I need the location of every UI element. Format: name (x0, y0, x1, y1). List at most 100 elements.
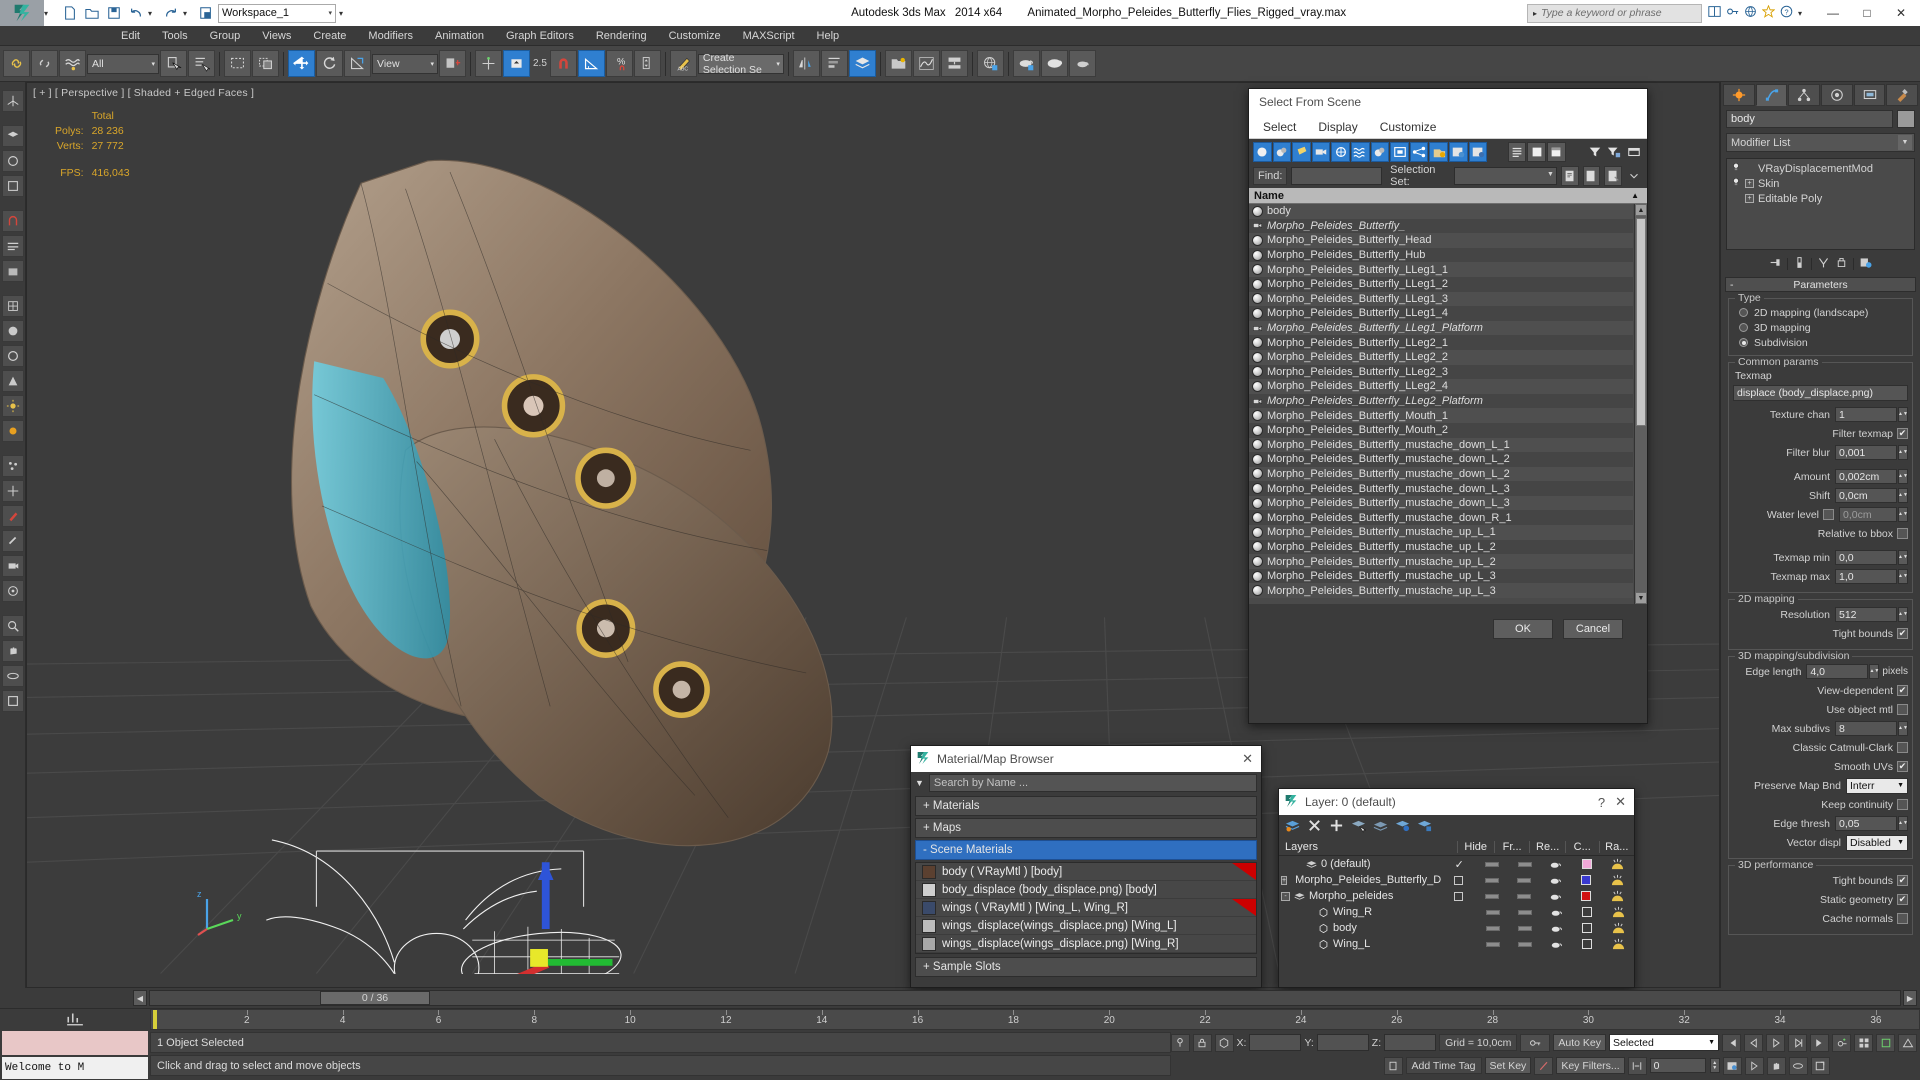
scene-list-item[interactable]: Morpho_Peleides_Butterfly_LLeg2_2 (1249, 349, 1633, 365)
isolate-selection-icon[interactable] (1214, 1033, 1234, 1052)
z-field[interactable] (1384, 1034, 1437, 1051)
parameters-rollup-header[interactable]: - Parameters (1725, 277, 1916, 292)
snap-icon[interactable] (1, 210, 24, 232)
checkbox-icon[interactable]: ✔ (1897, 685, 1908, 696)
display-geometry-icon[interactable] (1253, 141, 1272, 162)
object-name-input[interactable] (1726, 110, 1893, 128)
play-animation-icon[interactable] (1766, 1033, 1785, 1052)
delete-selection-set-icon[interactable] (1604, 166, 1622, 186)
help-dropdown-icon[interactable]: ▾ (1798, 9, 1808, 18)
menu-item-create[interactable]: Create (302, 26, 357, 46)
display-children-icon[interactable] (1468, 141, 1488, 162)
make-unique-icon[interactable] (1817, 256, 1830, 272)
zoom-region-icon[interactable] (1, 615, 24, 637)
material-editor-icon[interactable] (976, 50, 1004, 77)
checkbox-icon[interactable] (1897, 913, 1908, 924)
param-value[interactable]: 0,0cm (1839, 507, 1897, 522)
layer-render-cell[interactable] (1508, 888, 1540, 904)
display-assemblies-icon[interactable] (1449, 141, 1468, 162)
param-value[interactable]: 4,0 (1806, 664, 1869, 679)
layer-hide-cell[interactable] (1441, 872, 1475, 888)
close-button[interactable]: ✕ (1884, 1, 1918, 25)
layer-color-cell[interactable] (1571, 856, 1602, 872)
object-color-swatch[interactable] (1897, 110, 1915, 128)
spinner-icon[interactable]: ▲▼ (1898, 569, 1908, 584)
checkbox-icon[interactable] (1897, 704, 1908, 715)
scene-list-item[interactable]: Morpho_Peleides_Butterfly_mustache_down_… (1249, 510, 1633, 526)
delete-layer-icon[interactable] (1307, 818, 1322, 836)
animation-layers-icon[interactable] (1, 235, 24, 257)
layer-freeze-cell[interactable] (1475, 888, 1507, 904)
bind-to-space-warp-icon[interactable] (59, 50, 86, 77)
layer-color-cell[interactable] (1571, 872, 1602, 888)
bone-icon[interactable] (1, 530, 24, 552)
next-frame-button[interactable]: ▶ (1903, 990, 1917, 1006)
community-icon[interactable] (1744, 5, 1757, 21)
material-map-browser-dialog[interactable]: Material/Map Browser ✕ ▼ Search by Name … (910, 745, 1262, 988)
redo-dropdown-icon[interactable]: ▾ (183, 9, 193, 18)
selection-set-combo[interactable]: ▼ (1453, 167, 1557, 185)
layers-icon[interactable] (1, 125, 24, 147)
type-option[interactable]: Subdivision (1733, 335, 1908, 350)
minimize-button[interactable]: — (1816, 1, 1850, 25)
new-file-icon[interactable] (60, 4, 79, 23)
scene-list-item[interactable]: Morpho_Peleides_Butterfly_mustache_up_L_… (1249, 568, 1633, 584)
angle-snap-toggle-icon[interactable] (577, 50, 605, 77)
material-list-item[interactable]: body ( VRayMtl ) [body] (916, 863, 1256, 881)
layer-color-cell[interactable] (1572, 920, 1602, 936)
scene-list-item[interactable]: Morpho_Peleides_Butterfly_mustache_down_… (1249, 495, 1633, 511)
layout-icon[interactable] (1708, 5, 1721, 21)
param-value[interactable]: 0,0cm (1835, 488, 1897, 503)
param-select[interactable]: Interr ▼ (1846, 777, 1908, 794)
scene-list-item[interactable]: Morpho_Peleides_Butterfly_LLeg2_Platform (1249, 393, 1633, 409)
menu-item-graph-editors[interactable]: Graph Editors (495, 26, 585, 46)
texmap-button[interactable]: displace (body_displace.png) (1733, 385, 1908, 401)
time-slider[interactable]: ◀ 0 / 36 ▶ (0, 988, 1920, 1008)
material-section[interactable]: + Maps (915, 818, 1257, 838)
layer-radiosity-cell[interactable] (1602, 888, 1634, 904)
menu-item-modifiers[interactable]: Modifiers (357, 26, 424, 46)
layer-freeze-cell[interactable] (1477, 904, 1509, 920)
configure-modifier-sets-icon[interactable] (1859, 256, 1872, 272)
layer-freeze-cell[interactable] (1475, 872, 1507, 888)
auto-key-button[interactable]: Auto Key (1553, 1034, 1606, 1051)
render-setup-icon[interactable] (1012, 50, 1040, 77)
snaps-toggle-icon[interactable] (549, 50, 577, 77)
layer-render-cell[interactable] (1508, 856, 1540, 872)
menu-item-animation[interactable]: Animation (424, 26, 495, 46)
spinner-icon[interactable]: ▲▼ (1898, 816, 1908, 831)
material-list-item[interactable]: wings ( VRayMtl ) [Wing_L, Wing_R] (916, 899, 1256, 917)
maxscript-output[interactable]: Welcome to M (2, 1057, 148, 1079)
select-and-move-icon[interactable] (288, 50, 315, 77)
name-column-header[interactable]: Name ▲ (1249, 188, 1647, 204)
set-current-layer-icon[interactable] (1373, 818, 1388, 836)
extras-icon[interactable] (1, 175, 24, 197)
playhead[interactable] (153, 1010, 157, 1029)
layer-help-icon[interactable]: ? (1598, 795, 1605, 810)
layer-dialog[interactable]: Layer: 0 (default) ? ✕ Layers Hide Fr... Re… (1278, 788, 1635, 988)
menu-item-maxscript[interactable]: MAXScript (732, 26, 806, 46)
layer-radiosity-cell[interactable] (1602, 936, 1634, 952)
mirror-icon[interactable] (792, 50, 820, 77)
scene-list-item[interactable]: Morpho_Peleides_Butterfly_mustache_up_L_… (1249, 539, 1633, 555)
radio-icon[interactable] (1739, 323, 1748, 332)
hide-checkbox[interactable] (1453, 891, 1463, 901)
scene-list-item[interactable]: Morpho_Peleides_Butterfly_LLeg1_Platform (1249, 320, 1633, 336)
key-step-icon[interactable] (1627, 1056, 1647, 1075)
spinner-icon[interactable]: ▲▼ (1898, 407, 1908, 422)
scene-list-item[interactable]: Morpho_Peleides_Butterfly_Mouth_2 (1249, 422, 1633, 438)
spinner-icon[interactable]: ▲▼ (1898, 469, 1908, 484)
spinner-icon[interactable]: ▲▼ (1898, 445, 1908, 460)
scene-list-item[interactable]: Morpho_Peleides_Butterfly_mustache_down_… (1249, 437, 1633, 453)
sun-icon[interactable] (1, 420, 24, 442)
spinner-icon[interactable]: ▲▼ (1898, 721, 1908, 736)
scrollbar-thumb[interactable] (1636, 218, 1646, 426)
blank-view-icon[interactable] (1527, 141, 1546, 162)
layer-color-cell[interactable] (1571, 888, 1602, 904)
menu-item-help[interactable]: Help (806, 26, 851, 46)
param-value[interactable]: 0,05 (1835, 816, 1897, 831)
menu-item-group[interactable]: Group (199, 26, 252, 46)
pan-view-icon[interactable] (1766, 1056, 1786, 1075)
scene-object-list[interactable]: body Morpho_Peleides_Butterfly_ Morpho_Pel… (1249, 204, 1647, 604)
helper-icon[interactable] (1, 480, 24, 502)
